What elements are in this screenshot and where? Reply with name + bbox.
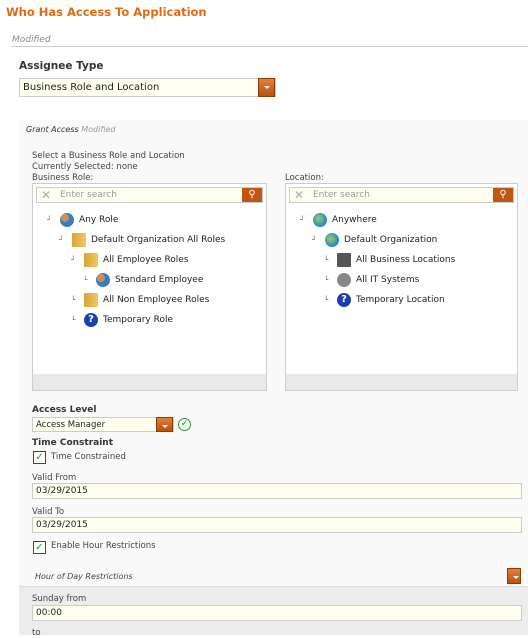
node-label: All Employee Roles [103,255,189,265]
node-label: All Non Employee Roles [103,295,210,305]
tree-node[interactable]: ┘ Anywhere [300,213,377,227]
people-icon [96,273,110,287]
scroll-strip [33,374,266,390]
enable-hour-restrictions-checkbox[interactable]: ✓ [33,541,46,554]
location-search[interactable]: ✕ Enter search ⚲ [289,187,514,203]
tree-node[interactable]: └? Temporary Role [71,313,173,327]
valid-to-label: Valid To [32,507,65,517]
assignee-type-label: Assignee Type [19,60,104,72]
time-constrained-label: Time Constrained [51,452,126,462]
node-label: Any Role [79,215,119,225]
node-label: Temporary Role [103,315,173,325]
clear-icon[interactable]: ✕ [294,188,304,202]
node-label: All IT Systems [356,275,420,285]
search-icon[interactable]: ⚲ [493,188,513,202]
tree-node[interactable]: ┘ All Employee Roles [71,253,189,267]
role-search[interactable]: ✕ Enter search ⚲ [36,187,263,203]
gear-icon [337,273,351,287]
globe-icon [313,213,327,227]
node-label: All Business Locations [356,255,456,265]
valid-check-icon: ✓ [178,418,191,431]
people-icon [60,213,74,227]
sunday-to-label: to [32,628,41,638]
dropdown-button[interactable] [156,417,173,432]
tree-node[interactable]: └ All IT Systems [324,273,419,287]
sunday-from-input[interactable]: 00:00 [32,605,522,621]
access-level-value: Access Manager [36,419,106,430]
node-label: Temporary Location [356,295,445,305]
location-search-input[interactable]: Enter search [313,190,370,200]
question-icon: ? [337,293,351,307]
tree-node[interactable]: ┘ Any Role [47,213,118,227]
currently-selected: Currently Selected: none [32,162,138,172]
node-label: Default Organization [344,235,438,245]
assignee-type-value: Business Role and Location [23,82,160,93]
tree-node[interactable]: ┘ Default Organization [312,233,437,247]
business-role-tree: ✕ Enter search ⚲ ┘ Any Role ┘ Default Orga… [32,183,267,391]
node-label: Anywhere [332,215,377,225]
tree-node[interactable]: └ All Business Locations [324,253,455,267]
valid-from-label: Valid From [32,473,77,483]
instructions: Select a Business Role and Location [32,151,185,161]
question-icon: ? [84,313,98,327]
dropdown-button[interactable] [258,78,275,97]
grant-access-header: Grant Access Modified [26,125,115,134]
valid-from-input[interactable]: 03/29/2015 [32,483,522,499]
divider [12,46,528,47]
time-constrained-checkbox[interactable]: ✓ [33,451,46,464]
tree-node[interactable]: └ All Non Employee Roles [71,293,209,307]
role-search-input[interactable]: Enter search [60,190,117,200]
folder-icon [84,253,98,267]
location-tree: ✕ Enter search ⚲ ┘ Anywhere ┘ Default Orga… [285,183,518,391]
globe-icon [325,233,339,247]
grant-modified: Modified [81,125,116,134]
node-label: Standard Employee [115,275,204,285]
assignee-type-select[interactable]: Business Role and Location [19,78,276,97]
valid-to-input[interactable]: 03/29/2015 [32,517,522,533]
building-icon [337,253,351,267]
hour-restrictions-title: Hour of Day Restrictions [35,572,133,581]
collapse-button[interactable] [507,568,521,584]
grant-access-title: Grant Access [26,125,79,134]
modified-label: Modified [12,35,51,45]
clear-icon[interactable]: ✕ [41,188,51,202]
scroll-strip [286,374,517,390]
node-label: Default Organization All Roles [91,235,226,245]
access-level-select[interactable]: Access Manager [32,417,174,432]
folder-icon [84,293,98,307]
tree-node[interactable]: └ Standard Employee [83,273,203,287]
time-constraint-label: Time Constraint [32,438,113,448]
search-icon[interactable]: ⚲ [242,188,262,202]
page-title: Who Has Access To Application [6,5,207,19]
enable-hour-restrictions-label: Enable Hour Restrictions [51,541,156,551]
folder-icon [72,233,86,247]
location-label: Location: [285,173,324,183]
access-level-label: Access Level [32,405,97,415]
tree-node[interactable]: ┘ Default Organization All Roles [59,233,225,247]
sunday-from-label: Sunday from [32,594,87,604]
tree-node[interactable]: └? Temporary Location [324,293,445,307]
